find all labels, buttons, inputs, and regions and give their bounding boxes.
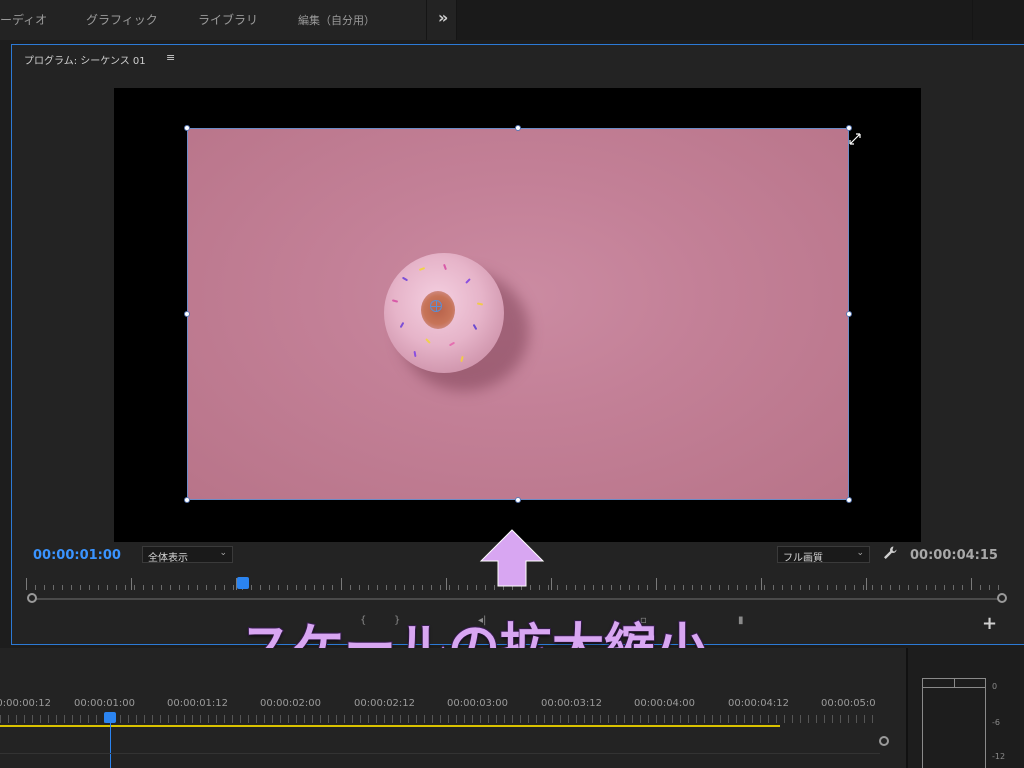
chevron-down-icon: ⌄ <box>856 548 864 558</box>
scale-handle-right[interactable] <box>846 311 852 317</box>
timeline-ruler-label: 00:00:02:12 <box>354 698 416 709</box>
comparison-view-icon[interactable]: ▮ <box>738 615 744 626</box>
meter-label: -12 <box>992 752 1006 761</box>
resize-cursor-icon <box>849 133 861 145</box>
wrench-icon[interactable] <box>882 545 898 561</box>
playback-quality-value: フル画質 <box>783 553 823 564</box>
workspace-divider <box>426 0 427 40</box>
workspace-tab-libraries[interactable]: ライブラリ <box>198 11 258 28</box>
audio-meter-panel: 0 -6 -12 <box>908 648 1024 768</box>
current-timecode[interactable]: 00:00:01:00 <box>33 548 121 563</box>
timeline-ruler-label: 00:00:00:12 <box>0 698 52 709</box>
workspace-divider <box>972 0 973 40</box>
timeline-ruler-label: 00:00:02:00 <box>260 698 322 709</box>
meter-label: 0 <box>992 682 998 691</box>
sequence-duration: 00:00:04:15 <box>910 548 998 563</box>
workspace-bar: ーディオ グラフィック ライブラリ 編集（自分用） » <box>0 0 1024 40</box>
timeline-zoom-handle[interactable] <box>879 736 889 746</box>
timeline-time-ruler[interactable] <box>0 715 880 723</box>
work-area-bar[interactable] <box>0 725 780 727</box>
plus-icon[interactable]: + <box>982 613 997 634</box>
audio-meter-channel-divider <box>954 679 955 687</box>
meter-label: -6 <box>992 718 1000 727</box>
playback-quality-select[interactable]: フル画質 ⌄ <box>777 546 870 564</box>
video-clip-frame[interactable] <box>187 128 849 500</box>
monitor-playhead[interactable] <box>237 577 249 589</box>
playhead-line <box>110 723 111 768</box>
scale-handle-bottom[interactable] <box>515 497 521 503</box>
anchor-point-icon[interactable] <box>430 300 442 312</box>
zoom-level-select[interactable]: 全体表示 ⌄ <box>142 546 233 564</box>
workspace-tab-graphics[interactable]: グラフィック <box>86 11 158 28</box>
timeline-panel: 00:00:00:12 00:00:01:00 00:00:01:12 00:0… <box>0 648 906 768</box>
workspace-tab-edit-custom[interactable]: 編集（自分用） <box>298 12 375 28</box>
scale-handle-top-right[interactable] <box>846 125 852 131</box>
video-canvas[interactable] <box>114 88 921 542</box>
scale-handle-bottom-right[interactable] <box>846 497 852 503</box>
hamburger-icon[interactable]: ≡ <box>166 51 175 64</box>
chevron-down-icon: ⌄ <box>219 548 227 558</box>
timeline-ruler-label: 00:00:03:12 <box>541 698 603 709</box>
scale-handle-top[interactable] <box>515 125 521 131</box>
timeline-ruler-label: 00:00:04:12 <box>728 698 790 709</box>
workspace-empty-area <box>457 0 1024 40</box>
timeline-ruler-label: 00:00:01:12 <box>167 698 229 709</box>
track-divider <box>0 753 880 754</box>
scale-handle-left[interactable] <box>184 311 190 317</box>
scale-handle-bottom-left[interactable] <box>184 497 190 503</box>
panel-title[interactable]: プログラム: シーケンス 01 <box>24 52 146 67</box>
scrollbar-handle-right[interactable] <box>997 593 1007 603</box>
timeline-ruler-label: 00:00:04:00 <box>634 698 696 709</box>
workspace-tab-audio[interactable]: ーディオ <box>0 11 47 28</box>
scale-handle-top-left[interactable] <box>184 125 190 131</box>
audio-meter <box>922 678 986 768</box>
timeline-ruler-label: 00:00:01:00 <box>74 698 136 709</box>
scrollbar-handle-left[interactable] <box>27 593 37 603</box>
timeline-ruler-label: 00:00:05:0 <box>821 698 876 709</box>
timeline-ruler-label: 00:00:03:00 <box>447 698 509 709</box>
up-arrow-icon <box>479 529 545 587</box>
more-workspaces-button[interactable]: » <box>438 8 448 27</box>
zoom-level-value: 全体表示 <box>148 553 188 564</box>
timeline-playhead[interactable] <box>104 712 116 723</box>
monitor-zoom-scrollbar[interactable] <box>32 598 1004 600</box>
